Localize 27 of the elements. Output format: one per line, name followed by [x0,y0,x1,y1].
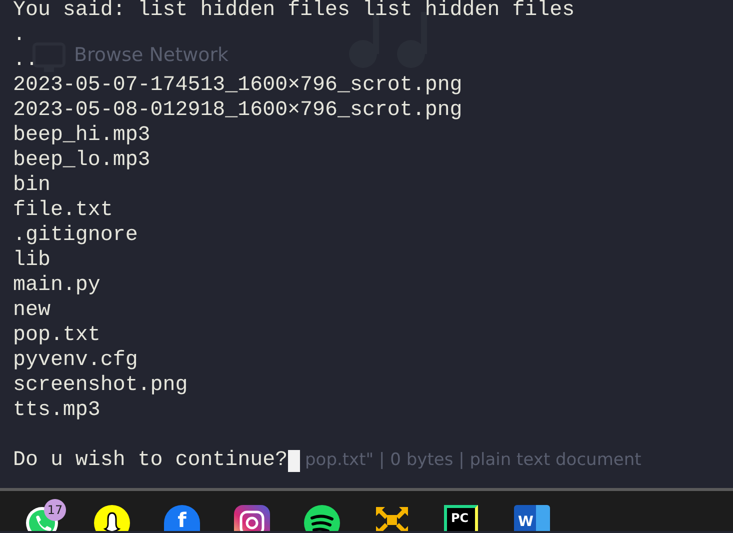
terminal-line: file.txt [13,198,113,223]
terminal-line: .. [13,48,38,73]
sound-bars-icon[interactable] [304,505,340,531]
status-text: pop.txt" | 0 bytes | plain text document [305,450,642,470]
terminal-line: main.py [13,273,100,298]
terminal-line: lib [13,248,50,273]
camera-icon[interactable] [234,505,270,531]
app-icon[interactable]: PC [444,505,478,531]
arrows-icon[interactable] [374,505,410,531]
prompt-text: Do u wish to continue? [13,448,288,473]
terminal-line: new [13,298,50,323]
terminal-line: beep_lo.mp3 [13,148,150,173]
terminal-line: bin [13,173,50,198]
terminal-line: tts.mp3 [13,398,100,423]
terminal-line: You said: list hidden files list hidden files [13,0,575,23]
terminal-line: . [13,23,26,48]
terminal-line: pyvenv.cfg [13,348,138,373]
terminal-line: screenshot.png [13,373,188,398]
terminal-line: beep_hi.mp3 [13,123,150,148]
terminal-line: 2023-05-07-174513_1600×796_scrot.png [13,73,462,98]
notification-badge: 17 [44,499,66,521]
terminal-line: pop.txt [13,323,100,348]
document-icon[interactable]: W [514,505,550,531]
terminal-line: 2023-05-08-012918_1600×796_scrot.png [13,98,462,123]
app-icon[interactable]: f [164,505,200,531]
ghost-icon[interactable] [94,505,130,531]
terminal-line: .gitignore [13,223,138,248]
